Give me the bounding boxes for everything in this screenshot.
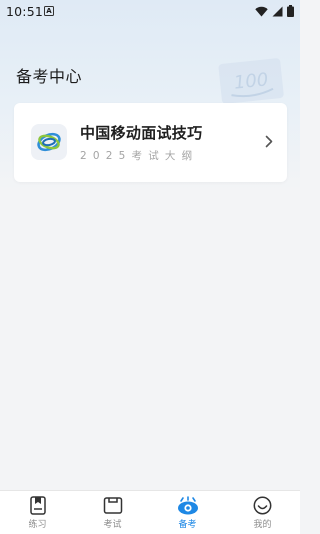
tab-label: 考试	[103, 520, 122, 530]
wifi-icon	[255, 6, 268, 16]
chevron-right-icon[interactable]	[265, 135, 273, 148]
tab-label: 我的	[253, 520, 272, 530]
signal-icon	[272, 6, 283, 16]
hundred-score-decoration: 100	[218, 58, 284, 104]
tab-profile[interactable]: 我的	[225, 491, 300, 534]
practice-icon	[29, 496, 46, 515]
bottom-tab-bar: 练习 考试 备考 我的	[0, 490, 300, 534]
battery-icon	[287, 5, 294, 17]
status-time: 10:51	[6, 4, 44, 19]
profile-smile-icon	[253, 496, 272, 515]
course-card[interactable]: 中国移动面试技巧 2025考试大纲	[14, 103, 287, 182]
status-icons	[255, 5, 294, 17]
tab-prepare[interactable]: 备考	[150, 491, 225, 534]
card-title: 中国移动面试技巧	[80, 124, 203, 142]
tab-practice[interactable]: 练习	[0, 491, 75, 534]
china-mobile-logo-icon	[31, 124, 67, 160]
tab-label: 备考	[178, 520, 197, 530]
card-subtitle: 2025考试大纲	[80, 150, 199, 162]
tab-label: 练习	[28, 520, 47, 530]
tab-exam[interactable]: 考试	[75, 491, 150, 534]
svg-text:100: 100	[233, 69, 269, 93]
exam-icon	[103, 497, 122, 514]
prepare-eye-icon	[177, 496, 198, 515]
notification-icon: A	[44, 6, 54, 16]
status-bar: 10:51 A	[0, 0, 300, 24]
page-title: 备考中心	[16, 67, 83, 86]
